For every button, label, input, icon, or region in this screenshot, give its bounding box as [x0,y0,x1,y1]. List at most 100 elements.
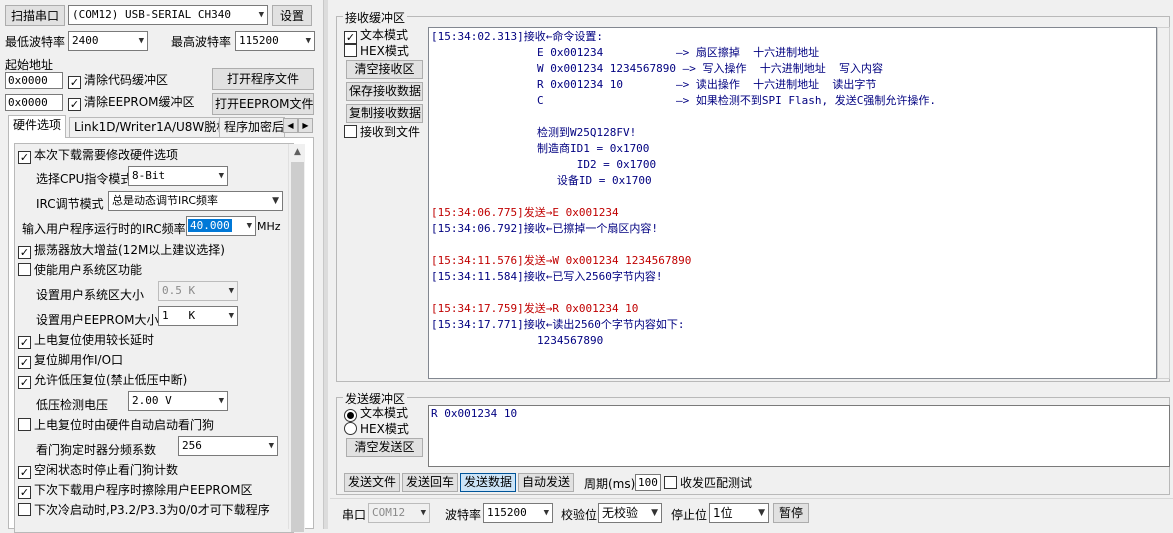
panel-splitter[interactable] [323,0,328,529]
receive-scrollbar[interactable] [1157,27,1170,379]
send-textarea[interactable]: R 0x001234 10 [428,405,1170,467]
bottom-baud-select[interactable]: 115200 ▼ [483,503,553,523]
erase-eeprom-checkbox[interactable]: ✓ 下次下载用户程序时擦除用户EEPROM区 [18,483,253,499]
chevron-down-icon: ▼ [218,396,224,406]
recv-to-file-checkbox[interactable]: 接收到文件 [344,125,420,139]
auto-send-button[interactable]: 自动发送 [518,473,574,492]
erase-eeprom-label: 下次下载用户程序时擦除用户EEPROM区 [34,483,253,497]
bottom-parity-select[interactable]: 无校验 ▼ [598,503,662,523]
receive-line [431,109,1154,125]
chevron-down-icon: ▼ [651,508,658,518]
save-receive-button[interactable]: 保存接收数据 [346,82,423,101]
chevron-down-icon: ▼ [138,36,144,46]
min-baud-select[interactable]: 2400 ▼ [68,31,148,51]
sys-size-select[interactable]: 0.5 K ▼ [158,281,238,301]
scan-port-button[interactable]: 扫描串口 [5,5,65,26]
match-test-checkbox[interactable]: 收发匹配测试 [664,476,752,490]
recv-text-mode-label: 文本模式 [360,28,409,42]
recv-hex-mode-label: HEX模式 [360,44,409,58]
max-baud-select[interactable]: 115200 ▼ [235,31,315,51]
tab-scroll-left-button[interactable]: ◀ [283,118,298,133]
min-baud-value: 2400 [72,34,99,47]
clear-receive-button[interactable]: 清空接收区 [346,60,423,79]
receive-line: E 0x001234 —> 扇区擦掉 十六进制地址 [431,46,820,59]
check-icon: ✓ [68,76,81,89]
chevron-down-icon: ▼ [228,286,234,296]
wdt-div-select[interactable]: 256 ▼ [178,436,278,456]
eeprom-size-select[interactable]: 1 K ▼ [158,306,238,326]
bottom-baud-label: 波特率 [445,508,482,522]
receive-line: C —> 如果检测不到SPI Flash, 发送C强制允许操作. [431,94,936,107]
clear-code-checkbox[interactable]: ✓ 清除代码缓冲区 [68,73,169,89]
receive-line: R 0x001234 10 —> 读出操作 十六进制地址 读出字节 [431,78,877,91]
irc-freq-label: 输入用户程序运行时的IRC频率 [22,222,186,236]
tab-link1d[interactable]: Link1D/Writer1A/U8W脱机 [69,117,234,137]
vertical-scrollbar[interactable]: ▲ [288,144,306,532]
receive-line: 检测到W25Q128FV! [431,126,637,139]
modify-hw-checkbox[interactable]: ✓ 本次下载需要修改硬件选项 [18,148,179,164]
send-file-button[interactable]: 发送文件 [344,473,400,492]
eeprom-size-value: 1 K [162,309,196,322]
receive-textarea[interactable]: [15:34:02.313]接收←命令设置: E 0x001234 —> 扇区擦… [428,27,1157,379]
receive-line [431,237,1154,253]
sys-size-value: 0.5 K [162,284,196,297]
chevron-down-icon: ▼ [543,508,549,518]
lvr-label: 允许低压复位(禁止低压中断) [34,373,188,387]
cpu-mode-value: 8-Bit [132,169,166,182]
period-input[interactable]: 100 [635,474,661,491]
bottom-stop-select[interactable]: 1位 ▼ [709,503,769,523]
checkbox-box [18,503,31,516]
copy-receive-button[interactable]: 复制接收数据 [346,104,423,123]
pause-button[interactable]: 暂停 [773,503,809,523]
receive-line: [15:34:06.792]接收←已擦掉一个扇区内容! [431,222,658,235]
long-delay-checkbox[interactable]: ✓ 上电复位使用较长延时 [18,333,154,349]
p32p33-checkbox[interactable]: 下次冷启动时,P3.2/P3.3为0/0才可下载程序 [18,503,270,517]
clear-send-button[interactable]: 清空发送区 [346,438,423,457]
send-cr-button[interactable]: 发送回车 [402,473,458,492]
modify-hw-label: 本次下载需要修改硬件选项 [34,148,179,162]
cpu-mode-select[interactable]: 8-Bit ▼ [128,166,228,186]
address2-input[interactable]: 0x0000 [5,94,63,111]
osc-gain-label: 振荡器放大增益(12M以上建议选择) [34,243,225,257]
tab-hardware-options[interactable]: 硬件选项 [8,115,67,138]
address1-input[interactable]: 0x0000 [5,72,63,89]
open-eeprom-button[interactable]: 打开EEPROM文件 [212,93,314,115]
check-icon: ✓ [18,246,31,259]
tab-scroll-right-button[interactable]: ▶ [298,118,313,133]
clear-code-label: 清除代码缓冲区 [84,73,169,87]
port-select[interactable]: (COM12) USB-SERIAL CH340 ▼ [68,5,268,25]
lvd-select[interactable]: 2.00 V ▼ [128,391,228,411]
receive-line [431,285,1154,301]
lvr-checkbox[interactable]: ✓ 允许低压复位(禁止低压中断) [18,373,188,389]
user-sys-area-checkbox[interactable]: 使能用户系统区功能 [18,263,142,277]
open-program-button[interactable]: 打开程序文件 [212,68,314,90]
check-icon: ✓ [18,376,31,389]
max-baud-value: 115200 [239,34,279,47]
send-hex-mode-radio[interactable]: HEX模式 [344,422,409,436]
chevron-down-icon: ▼ [258,10,264,20]
recv-to-file-label: 接收到文件 [360,125,421,139]
receive-line: 1234567890 [431,334,604,347]
reset-io-checkbox[interactable]: ✓ 复位脚用作I/O口 [18,353,123,369]
receive-line: 制造商ID1 = 0x1700 [431,142,650,155]
receive-line: [15:34:06.775]发送→E 0x001234 [431,206,619,219]
scroll-thumb[interactable] [291,162,304,532]
settings-button[interactable]: 设置 [272,5,312,26]
osc-gain-checkbox[interactable]: ✓ 振荡器放大增益(12M以上建议选择) [18,243,225,259]
recv-text-mode-checkbox[interactable]: ✓ 文本模式 [344,28,409,44]
check-icon: ✓ [18,356,31,369]
irc-mode-select[interactable]: 总是动态调节IRC频率 ▼ [108,191,283,211]
irc-freq-value: 40.000 [188,219,232,232]
irc-freq-select[interactable]: 40.000 ▼ [186,216,256,236]
tab-encryption[interactable]: 程序加密后 [219,117,285,137]
recv-hex-mode-checkbox[interactable]: HEX模式 [344,44,409,58]
bottom-port-select[interactable]: COM12 ▼ [368,503,430,523]
chevron-down-icon: ▼ [420,508,426,518]
send-text-mode-label: 文本模式 [360,406,409,420]
clear-eeprom-checkbox[interactable]: ✓ 清除EEPROM缓冲区 [68,95,195,111]
scroll-up-icon[interactable]: ▲ [289,144,306,161]
idle-wdt-checkbox[interactable]: ✓ 空闲状态时停止看门狗计数 [18,463,178,479]
send-data-button[interactable]: 发送数据 [460,473,516,492]
send-text-mode-radio[interactable]: 文本模式 [344,406,409,422]
wdt-hw-checkbox[interactable]: 上电复位时由硬件自动启动看门狗 [18,418,214,432]
